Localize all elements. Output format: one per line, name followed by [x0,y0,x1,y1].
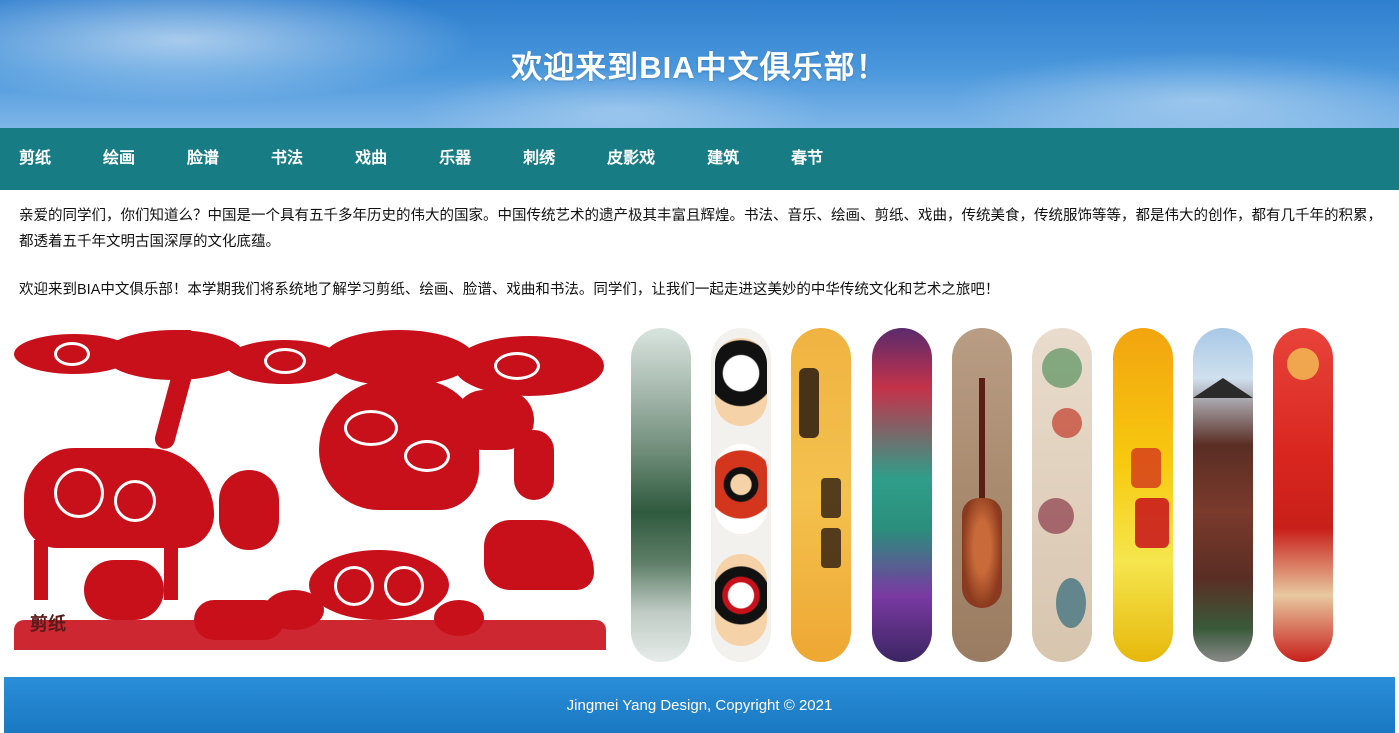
site-footer: Jingmei Yang Design, Copyright © 2021 [4,677,1395,733]
mask-3 [715,554,767,646]
embroidery-bird-1 [1042,348,1082,388]
mask-1 [715,338,767,426]
spring-festival-strip[interactable] [1273,328,1333,662]
nav-item-opera-masks[interactable]: 脸谱 [167,128,239,190]
pipa-body [962,498,1002,608]
embroidery-bird-2 [1052,408,1082,438]
nav-item-shadow-puppet[interactable]: 皮影戏 [587,128,675,190]
calligraphy-stroke-2 [821,478,841,518]
chinese-opera-strip[interactable] [872,328,932,662]
pipa-instrument-strip[interactable] [952,328,1012,662]
festival-lantern [1287,348,1319,380]
gallery: 剪纸 [0,326,1399,666]
nav-item-calligraphy[interactable]: 书法 [251,128,323,190]
nav-item-painting[interactable]: 绘画 [83,128,155,190]
intro-paragraph-1: 亲爱的同学们，你们知道么？中国是一个具有五千多年历史的伟大的国家。中国传统艺术的… [19,208,1382,250]
papercut-caption: 剪纸 [30,614,66,634]
mask-2 [715,444,767,534]
nav-item-opera[interactable]: 戏曲 [335,128,407,190]
nav-item-instruments[interactable]: 乐器 [419,128,491,190]
calligraphy-stroke-3 [821,528,841,568]
pagoda-roof [1193,378,1253,398]
landscape-painting-strip[interactable] [631,328,691,662]
nav-item-papercut[interactable]: 剪纸 [0,128,71,190]
puppet-figure-2 [1135,498,1169,548]
opera-masks-strip[interactable] [711,328,771,662]
site-header: 欢迎来到BIA中文俱乐部！ [0,0,1399,128]
nav-item-embroidery[interactable]: 刺绣 [503,128,575,190]
nav-item-architecture[interactable]: 建筑 [687,128,759,190]
puppet-figure-1 [1131,448,1161,488]
main-nav: 剪纸 绘画 脸谱 书法 戏曲 乐器 刺绣 皮影戏 建筑 春节 [0,128,1399,190]
intro-section: 亲爱的同学们，你们知道么？中国是一个具有五千多年历史的伟大的国家。中国传统艺术的… [19,203,1384,325]
embroidery-bird-4 [1056,578,1086,628]
embroidery-bird-3 [1038,498,1074,534]
calligraphy-strip[interactable] [791,328,851,662]
footer-copyright: Jingmei Yang Design, Copyright © 2021 [566,696,833,714]
shadow-puppet-strip[interactable] [1113,328,1173,662]
pipa-neck [979,378,985,518]
calligraphy-stroke-1 [799,368,819,438]
nav-item-spring-festival[interactable]: 春节 [771,128,843,190]
site-title: 欢迎来到BIA中文俱乐部！ [511,49,888,85]
embroidery-strip[interactable] [1032,328,1092,662]
papercut-zodiac-image[interactable]: 剪纸 [14,330,606,650]
intro-paragraph-2: 欢迎来到BIA中文俱乐部！本学期我们将系统地了解学习剪纸、绘画、脸谱、戏曲和书法… [19,282,1000,298]
pagoda-building-strip[interactable] [1193,328,1253,662]
